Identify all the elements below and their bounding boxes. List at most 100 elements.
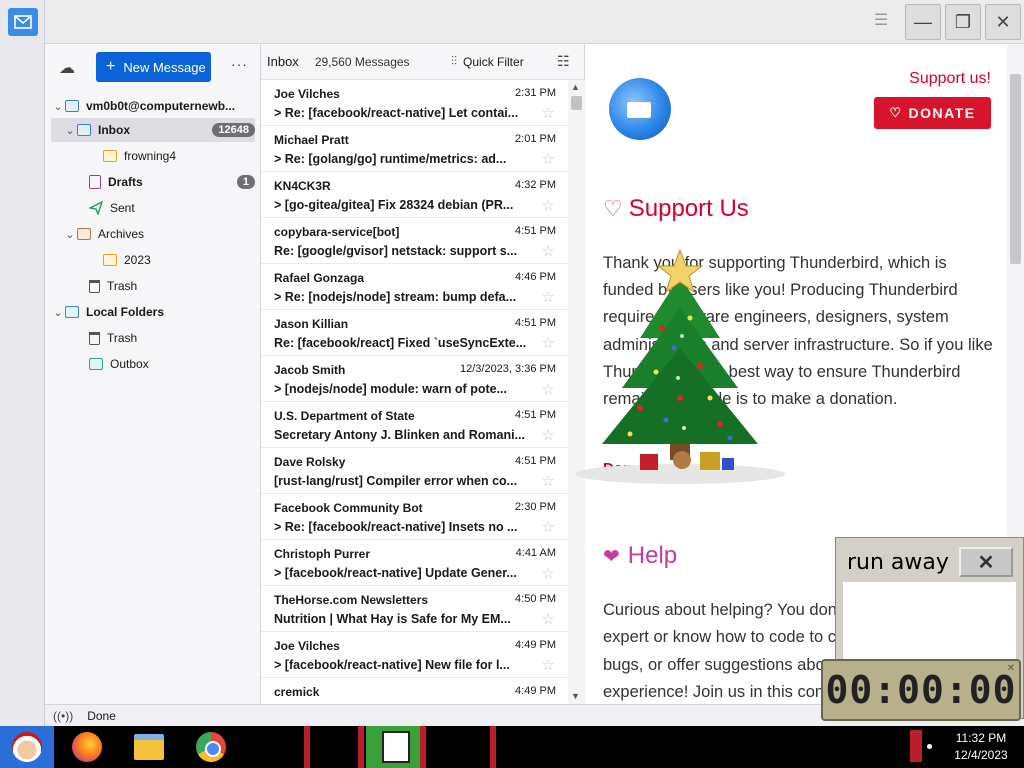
star-icon[interactable]: ☆ — [542, 334, 555, 352]
online-status-icon[interactable]: ((•)) — [53, 709, 73, 723]
chrome-taskbar-button[interactable] — [190, 726, 232, 768]
support-us-link[interactable]: Support us! — [909, 70, 991, 88]
thread-twisty-icon[interactable]: > — [274, 658, 285, 672]
tray-indicator[interactable] — [910, 730, 922, 762]
hamburger-icon[interactable]: ☰ — [874, 10, 888, 30]
get-messages-icon[interactable]: ☁ — [59, 58, 79, 77]
hands-heart-icon: ❤ — [603, 545, 620, 568]
folder-icon — [134, 734, 164, 760]
message-row[interactable]: Joe Vilches 2:31 PM > Re: [facebook/react-… — [261, 80, 568, 126]
thread-twisty-icon[interactable]: > — [274, 152, 285, 166]
local-folders-row[interactable]: ⌄ Local Folders — [51, 300, 255, 324]
folder-outbox[interactable]: Outbox — [51, 352, 255, 376]
folder-inbox[interactable]: ⌄ Inbox 12648 — [51, 118, 255, 142]
folder-archives[interactable]: ⌄ Archives — [51, 222, 255, 246]
message-date: 4:41 AM — [515, 547, 556, 559]
star-icon[interactable]: ☆ — [542, 472, 555, 490]
taskbar-clock[interactable]: 11:32 PM 12/4/2023 — [946, 730, 1016, 764]
active-app-taskbar-button[interactable] — [366, 726, 426, 768]
folder-pane: ☁ + New Message ··· ⌄ vm0b0t@computernew… — [45, 44, 261, 704]
run-away-close-button[interactable]: ✕ — [959, 547, 1013, 577]
message-sender: Dave Rolsky — [274, 455, 346, 469]
chevron-down-icon[interactable]: ⌄ — [51, 100, 65, 113]
star-icon[interactable]: ☆ — [542, 610, 555, 628]
message-subject-text: [facebook/react-native] Update Gener... — [284, 566, 517, 580]
message-row[interactable]: Rafael Gonzaga 4:46 PM > Re: [nodejs/node]… — [261, 264, 568, 310]
message-sender: U.S. Department of State — [274, 409, 415, 423]
message-subject-text: Re: [nodejs/node] stream: bump defa... — [284, 290, 517, 304]
message-row[interactable]: Dave Rolsky 4:51 PM [rust-lang/rust] Compi… — [261, 448, 568, 494]
list-settings-icon[interactable]: ☷ — [557, 53, 570, 70]
thread-twisty-icon[interactable]: > — [274, 520, 285, 534]
message-row[interactable]: Facebook Community Bot 2:30 PM > Re: [face… — [261, 494, 568, 540]
message-subject: > Re: [facebook/react-native] Insets no … — [274, 520, 534, 534]
thread-twisty-icon[interactable]: > — [274, 382, 285, 396]
firefox-taskbar-button[interactable] — [66, 726, 108, 768]
message-row[interactable]: Jacob Smith 12/3/2023, 3:36 PM > [nodejs/n… — [261, 356, 568, 402]
star-icon[interactable]: ☆ — [542, 242, 555, 260]
restore-button[interactable]: ❐ — [945, 4, 981, 40]
file-manager-taskbar-button[interactable] — [128, 726, 170, 768]
folder-2023[interactable]: 2023 — [51, 248, 255, 272]
folder-drafts[interactable]: Drafts 1 — [51, 170, 255, 194]
quick-filter-button[interactable]: ⫶⫶ Quick Filter — [451, 54, 524, 69]
chevron-down-icon[interactable]: ⌄ — [63, 228, 77, 241]
folder-trash[interactable]: Trash — [51, 274, 255, 298]
star-icon[interactable]: ☆ — [542, 564, 555, 582]
more-options-button[interactable]: ··· — [231, 56, 248, 72]
message-date: 4:46 PM — [515, 271, 556, 283]
scroll-thumb[interactable] — [571, 96, 582, 110]
message-subject-text: Nutrition | What Hay is Safe for My EM..… — [274, 612, 511, 626]
donate-button[interactable]: ♡ DONATE — [874, 97, 991, 129]
star-icon[interactable]: ☆ — [542, 656, 555, 674]
star-icon[interactable]: ☆ — [542, 196, 555, 214]
thunderbird-logo — [609, 78, 671, 140]
message-row[interactable]: TheHorse.com Newsletters 4:50 PM Nutrition… — [261, 586, 568, 632]
new-message-button[interactable]: + New Message — [96, 52, 211, 82]
close-button[interactable]: ✕ — [985, 4, 1021, 40]
message-row[interactable]: U.S. Department of State 4:51 PM Secretary… — [261, 402, 568, 448]
scroll-down-icon[interactable]: ▼ — [571, 691, 580, 701]
thread-twisty-icon[interactable]: > — [274, 106, 285, 120]
thread-twisty-icon[interactable]: > — [274, 290, 285, 304]
star-icon[interactable]: ☆ — [542, 150, 555, 168]
star-icon[interactable]: ☆ — [542, 380, 555, 398]
star-icon[interactable]: ☆ — [542, 288, 555, 306]
star-icon[interactable]: ☆ — [542, 426, 555, 444]
close-icon[interactable]: ✕ — [1007, 663, 1015, 674]
scroll-thumb[interactable] — [1010, 74, 1021, 264]
restore-icon: ❐ — [954, 11, 972, 32]
star-icon[interactable]: ☆ — [542, 518, 555, 536]
folder-label: Inbox — [98, 123, 130, 137]
folder-sent[interactable]: Sent — [51, 196, 255, 220]
message-row[interactable]: KN4CK3R 4:32 PM > [go-gitea/gitea] Fix 283… — [261, 172, 568, 218]
message-row[interactable]: Jason Killian 4:51 PM Re: [facebook/react]… — [261, 310, 568, 356]
taskbar: 11:32 PM 12/4/2023 — [0, 726, 1024, 768]
star-icon[interactable]: ☆ — [542, 104, 555, 122]
message-subject-text: Re: [golang/go] runtime/metrics: ad... — [284, 152, 507, 166]
message-row[interactable]: Joe Vilches 4:49 PM > [facebook/react-nati… — [261, 632, 568, 678]
start-button[interactable] — [0, 726, 54, 768]
status-text: Done — [87, 708, 116, 723]
folder-frowning4[interactable]: frowning4 — [51, 144, 255, 168]
message-sender: Rafael Gonzaga — [274, 271, 365, 285]
message-date: 4:32 PM — [515, 179, 556, 191]
taskbar-separator — [420, 726, 426, 768]
thread-twisty-icon[interactable]: > — [274, 566, 285, 580]
message-subject: Re: [google/gvisor] netstack: support s.… — [274, 244, 534, 258]
folder-local-trash[interactable]: Trash — [51, 326, 255, 350]
account-row[interactable]: ⌄ vm0b0t@computernewb... — [51, 94, 255, 118]
message-sender: cremick — [274, 685, 320, 699]
message-row[interactable]: Michael Pratt 2:01 PM > Re: [golang/go] ru… — [261, 126, 568, 172]
message-row[interactable]: Christoph Purrer 4:41 AM > [facebook/react… — [261, 540, 568, 586]
chevron-down-icon[interactable]: ⌄ — [51, 306, 65, 319]
message-row[interactable]: copybara-service[bot] 4:51 PM Re: [google/… — [261, 218, 568, 264]
scroll-up-icon[interactable]: ▲ — [571, 82, 580, 92]
message-subject: > [nodejs/node] module: warn of pote... — [274, 382, 534, 396]
chevron-down-icon[interactable]: ⌄ — [63, 124, 77, 137]
thread-twisty-icon[interactable]: > — [274, 198, 285, 212]
minimize-button[interactable]: — — [905, 4, 941, 40]
message-subject: Secretary Antony J. Blinken and Romani..… — [274, 428, 534, 442]
message-subject-text: Re: [facebook/react-native] Let contai..… — [284, 106, 519, 120]
mail-space-button[interactable] — [8, 8, 38, 36]
